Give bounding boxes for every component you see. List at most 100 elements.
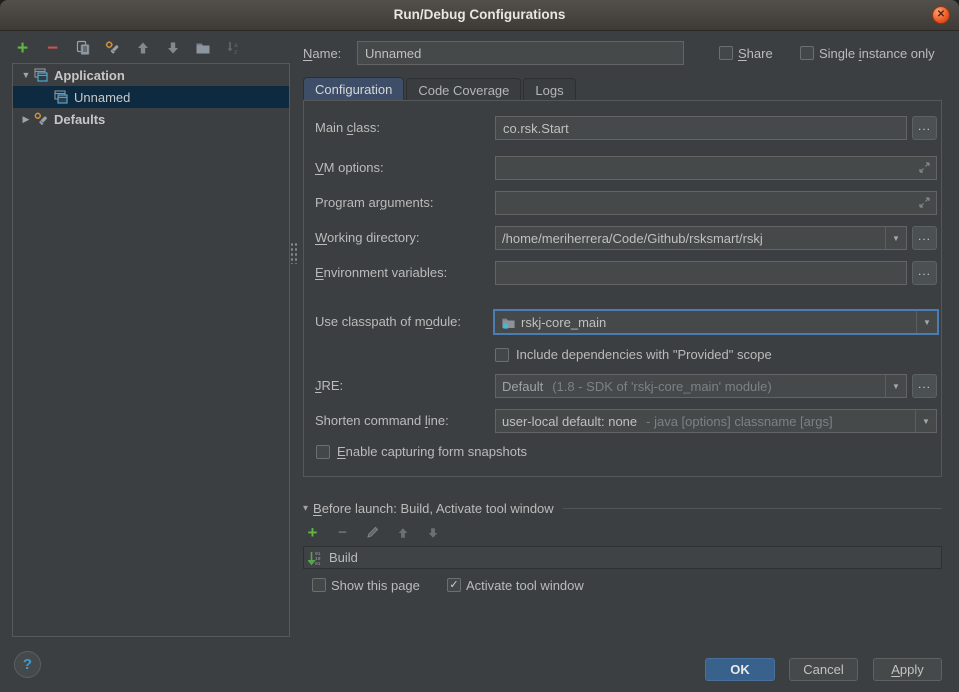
tab-configuration[interactable]: Configuration [303, 77, 404, 101]
working-directory-browse-button[interactable]: ... [912, 226, 937, 250]
activate-tool-window-checkbox[interactable]: ✓ [447, 578, 461, 592]
remove-task-button[interactable]: − [335, 525, 350, 540]
tree-item-unnamed[interactable]: Unnamed [13, 86, 289, 108]
before-launch-title: Before launch: Build, Activate tool wind… [313, 501, 554, 516]
configurations-tree: ▼ Application Unnamed ▶ Defaults [12, 63, 290, 637]
before-launch-task-build[interactable]: 011001 Build [303, 546, 942, 569]
close-button[interactable]: ✕ [932, 6, 950, 24]
edit-defaults-button[interactable] [104, 40, 121, 57]
ellipsis-icon: ... [918, 229, 931, 243]
environment-variables-browse-button[interactable]: ... [912, 261, 937, 285]
working-directory-combo[interactable]: /home/meriherrera/Code/Github/rsksmart/r… [495, 226, 907, 250]
svg-text:a: a [234, 42, 238, 49]
tree-item-application[interactable]: ▼ Application [13, 64, 289, 86]
before-launch-header[interactable]: ▾ Before launch: Build, Activate tool wi… [303, 501, 942, 516]
copy-configuration-button[interactable] [74, 40, 91, 57]
edit-task-button[interactable] [365, 525, 380, 540]
defaults-wrench-icon [33, 111, 49, 127]
vm-options-input[interactable] [495, 156, 937, 180]
copy-icon [75, 40, 91, 56]
configurations-toolbar: + − az [14, 37, 241, 59]
check-icon: ✓ [449, 580, 458, 591]
sort-az-icon: az [225, 40, 241, 56]
expand-arrow-icon[interactable]: ▼ [19, 70, 33, 80]
jre-browse-button[interactable]: ... [912, 374, 937, 398]
program-arguments-input[interactable] [495, 191, 937, 215]
ok-button[interactable]: OK [705, 658, 775, 681]
jre-combo[interactable]: Default(1.8 - SDK of 'rskj-core_main' mo… [495, 374, 907, 398]
dropdown-button[interactable]: ▼ [885, 227, 906, 249]
vm-options-label: VM options: [315, 160, 384, 175]
expand-field-icon[interactable] [918, 161, 931, 174]
svg-text:z: z [234, 49, 237, 56]
move-task-down-button[interactable] [425, 525, 440, 540]
application-icon [33, 67, 49, 83]
chevron-down-icon: ▼ [923, 318, 931, 327]
include-provided-checkbox[interactable] [495, 348, 509, 362]
collapse-arrow-icon[interactable]: ▶ [19, 114, 33, 125]
use-classpath-label: Use classpath of module: [315, 314, 461, 329]
help-icon: ? [23, 656, 32, 673]
dropdown-button[interactable]: ▼ [915, 410, 936, 432]
working-directory-label: Working directory: [315, 230, 420, 245]
sort-configurations-button[interactable]: az [224, 40, 241, 57]
tab-logs[interactable]: Logs [523, 78, 575, 101]
dropdown-button[interactable]: ▼ [916, 311, 937, 333]
include-provided-label: Include dependencies with "Provided" sco… [516, 347, 772, 362]
enable-capturing-row: Enable capturing form snapshots [316, 444, 527, 459]
include-provided-row: Include dependencies with "Provided" sco… [495, 347, 772, 362]
move-down-button[interactable] [164, 40, 181, 57]
title-bar: Run/Debug Configurations ✕ [0, 0, 959, 31]
arrow-up-icon [397, 527, 409, 539]
enable-capturing-label: Enable capturing form snapshots [337, 444, 527, 459]
create-folder-button[interactable] [194, 40, 211, 57]
share-label: Share [738, 46, 773, 61]
ellipsis-icon: ... [918, 377, 931, 391]
expand-field-icon[interactable] [918, 196, 931, 209]
dialog-title: Run/Debug Configurations [0, 0, 959, 30]
main-class-label: Main class: [315, 120, 380, 135]
application-icon [53, 89, 69, 105]
environment-variables-label: Environment variables: [315, 265, 447, 280]
settings-tab-bar: Configuration Code Coverage Logs [303, 78, 578, 101]
pencil-icon [366, 526, 379, 539]
chevron-down-icon: ▼ [922, 417, 930, 426]
share-checkbox[interactable] [719, 46, 733, 60]
cancel-button[interactable]: Cancel [789, 658, 858, 681]
jre-value-detail: (1.8 - SDK of 'rskj-core_main' module) [552, 379, 772, 394]
section-collapse-icon[interactable]: ▾ [303, 503, 308, 514]
arrow-down-icon [427, 527, 439, 539]
add-configuration-button[interactable]: + [14, 40, 31, 57]
working-directory-value: /home/meriherrera/Code/Github/rsksmart/r… [502, 231, 763, 246]
tree-item-label: Application [54, 68, 125, 83]
program-arguments-label: Program arguments: [315, 195, 434, 210]
tree-item-defaults[interactable]: ▶ Defaults [13, 108, 289, 130]
shorten-command-line-value: user-local default: none [502, 414, 637, 429]
ellipsis-icon: ... [918, 264, 931, 278]
chevron-down-icon: ▼ [892, 234, 900, 243]
main-class-input[interactable] [495, 116, 907, 140]
move-up-button[interactable] [134, 40, 151, 57]
use-classpath-combo[interactable]: rskj-core_main ▼ [493, 309, 939, 335]
shorten-command-line-combo[interactable]: user-local default: none- java [options]… [495, 409, 937, 433]
name-input[interactable] [357, 41, 684, 65]
help-button[interactable]: ? [14, 651, 41, 678]
move-task-up-button[interactable] [395, 525, 410, 540]
main-class-browse-button[interactable]: ... [912, 116, 937, 140]
dropdown-button[interactable]: ▼ [885, 375, 906, 397]
environment-variables-input[interactable] [495, 261, 907, 285]
run-debug-configurations-dialog: Run/Debug Configurations ✕ + − az ▼ [0, 0, 959, 692]
arrow-up-icon [136, 41, 150, 55]
panel-splitter-handle[interactable] [290, 242, 297, 264]
tab-code-coverage[interactable]: Code Coverage [406, 78, 521, 101]
show-this-page-checkbox[interactable] [312, 578, 326, 592]
close-icon: ✕ [937, 10, 945, 20]
apply-button[interactable]: Apply [873, 658, 942, 681]
single-instance-checkbox[interactable] [800, 46, 814, 60]
jre-label: JRE: [315, 378, 343, 393]
folder-icon [195, 40, 211, 56]
add-task-button[interactable]: + [305, 525, 320, 540]
enable-capturing-checkbox[interactable] [316, 445, 330, 459]
remove-configuration-button[interactable]: − [44, 40, 61, 57]
chevron-down-icon: ▼ [892, 382, 900, 391]
